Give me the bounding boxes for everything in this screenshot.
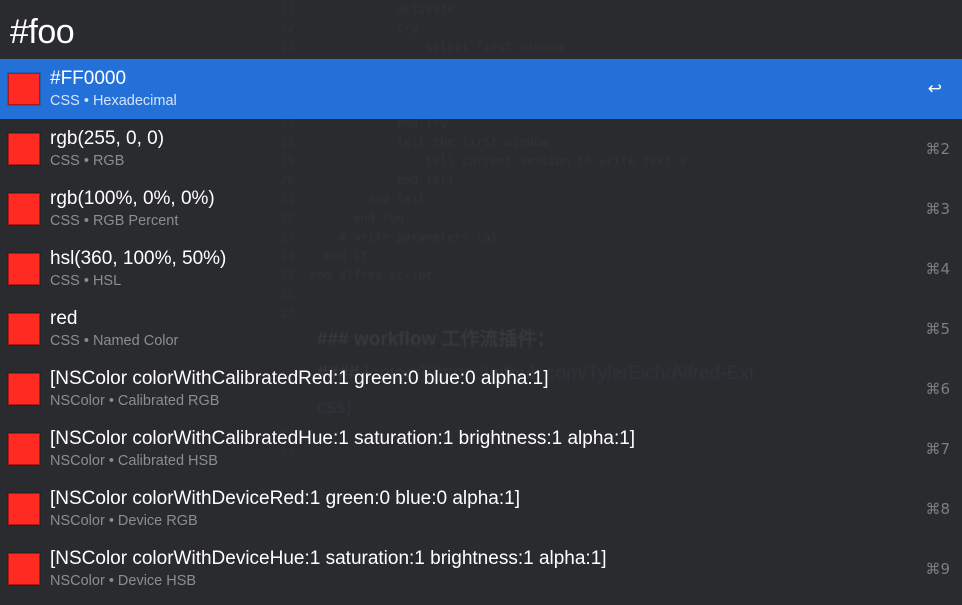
result-row[interactable]: hsl(360, 100%, 50%) CSS • HSL ⌘4 [0,239,962,299]
result-row[interactable]: rgb(100%, 0%, 0%) CSS • RGB Percent ⌘3 [0,179,962,239]
result-row[interactable]: [NSColor colorWithCalibratedRed:1 green:… [0,359,962,419]
result-shortcut: ⌘9 [925,560,950,578]
color-swatch-icon [8,253,40,285]
result-subtitle: CSS • RGB [50,153,125,169]
result-shortcut: ⌘8 [925,500,950,518]
result-title: [NSColor colorWithDeviceHue:1 saturation… [50,548,607,569]
color-swatch-icon [8,193,40,225]
result-shortcut: ⌘6 [925,380,950,398]
result-subtitle: CSS • Named Color [50,333,179,349]
color-swatch-icon [8,373,40,405]
result-subtitle: CSS • RGB Percent [50,213,179,229]
result-title: hsl(360, 100%, 50%) [50,248,227,269]
result-row[interactable]: rgb(255, 0, 0) CSS • RGB ⌘2 [0,119,962,179]
result-title: [NSColor colorWithDeviceRed:1 green:0 bl… [50,488,520,509]
result-row[interactable]: #FF0000 CSS • Hexadecimal ↩ [0,59,962,119]
result-row[interactable]: [NSColor colorWithDeviceRed:1 green:0 bl… [0,479,962,539]
result-title: #FF0000 [50,68,127,89]
result-subtitle: NSColor • Device RGB [50,513,198,529]
result-row[interactable]: red CSS • Named Color ⌘5 [0,299,962,359]
result-row[interactable]: [NSColor colorWithCalibratedHue:1 satura… [0,419,962,479]
result-subtitle: CSS • HSL [50,273,122,289]
result-subtitle: NSColor • Device HSB [50,573,197,589]
result-title: red [50,308,78,329]
result-shortcut: ⌘3 [925,200,950,218]
result-subtitle: NSColor • Calibrated RGB [50,393,220,409]
color-swatch-icon [8,493,40,525]
color-swatch-icon [8,133,40,165]
result-subtitle: NSColor • Calibrated HSB [50,453,218,469]
color-swatch-icon [8,433,40,465]
result-shortcut: ⌘4 [925,260,950,278]
color-swatch-icon [8,553,40,585]
results-list: #FF0000 CSS • Hexadecimal ↩ rgb(255, 0, … [0,59,962,599]
result-title: [NSColor colorWithCalibratedRed:1 green:… [50,368,549,389]
search-query[interactable]: #foo [10,8,75,56]
result-shortcut: ⌘5 [925,320,950,338]
result-title: rgb(255, 0, 0) [50,128,165,149]
color-swatch-icon [8,73,40,105]
result-title: [NSColor colorWithCalibratedHue:1 satura… [50,428,636,449]
result-row[interactable]: [NSColor colorWithDeviceHue:1 saturation… [0,539,962,599]
result-title: rgb(100%, 0%, 0%) [50,188,215,209]
return-key-icon: ↩ [927,79,942,99]
result-shortcut: ⌘7 [925,440,950,458]
alfred-window: 11 activate 12 try 13 select first windo… [0,0,962,605]
color-swatch-icon [8,313,40,345]
result-shortcut: ⌘2 [925,140,950,158]
result-subtitle: CSS • Hexadecimal [50,93,177,109]
